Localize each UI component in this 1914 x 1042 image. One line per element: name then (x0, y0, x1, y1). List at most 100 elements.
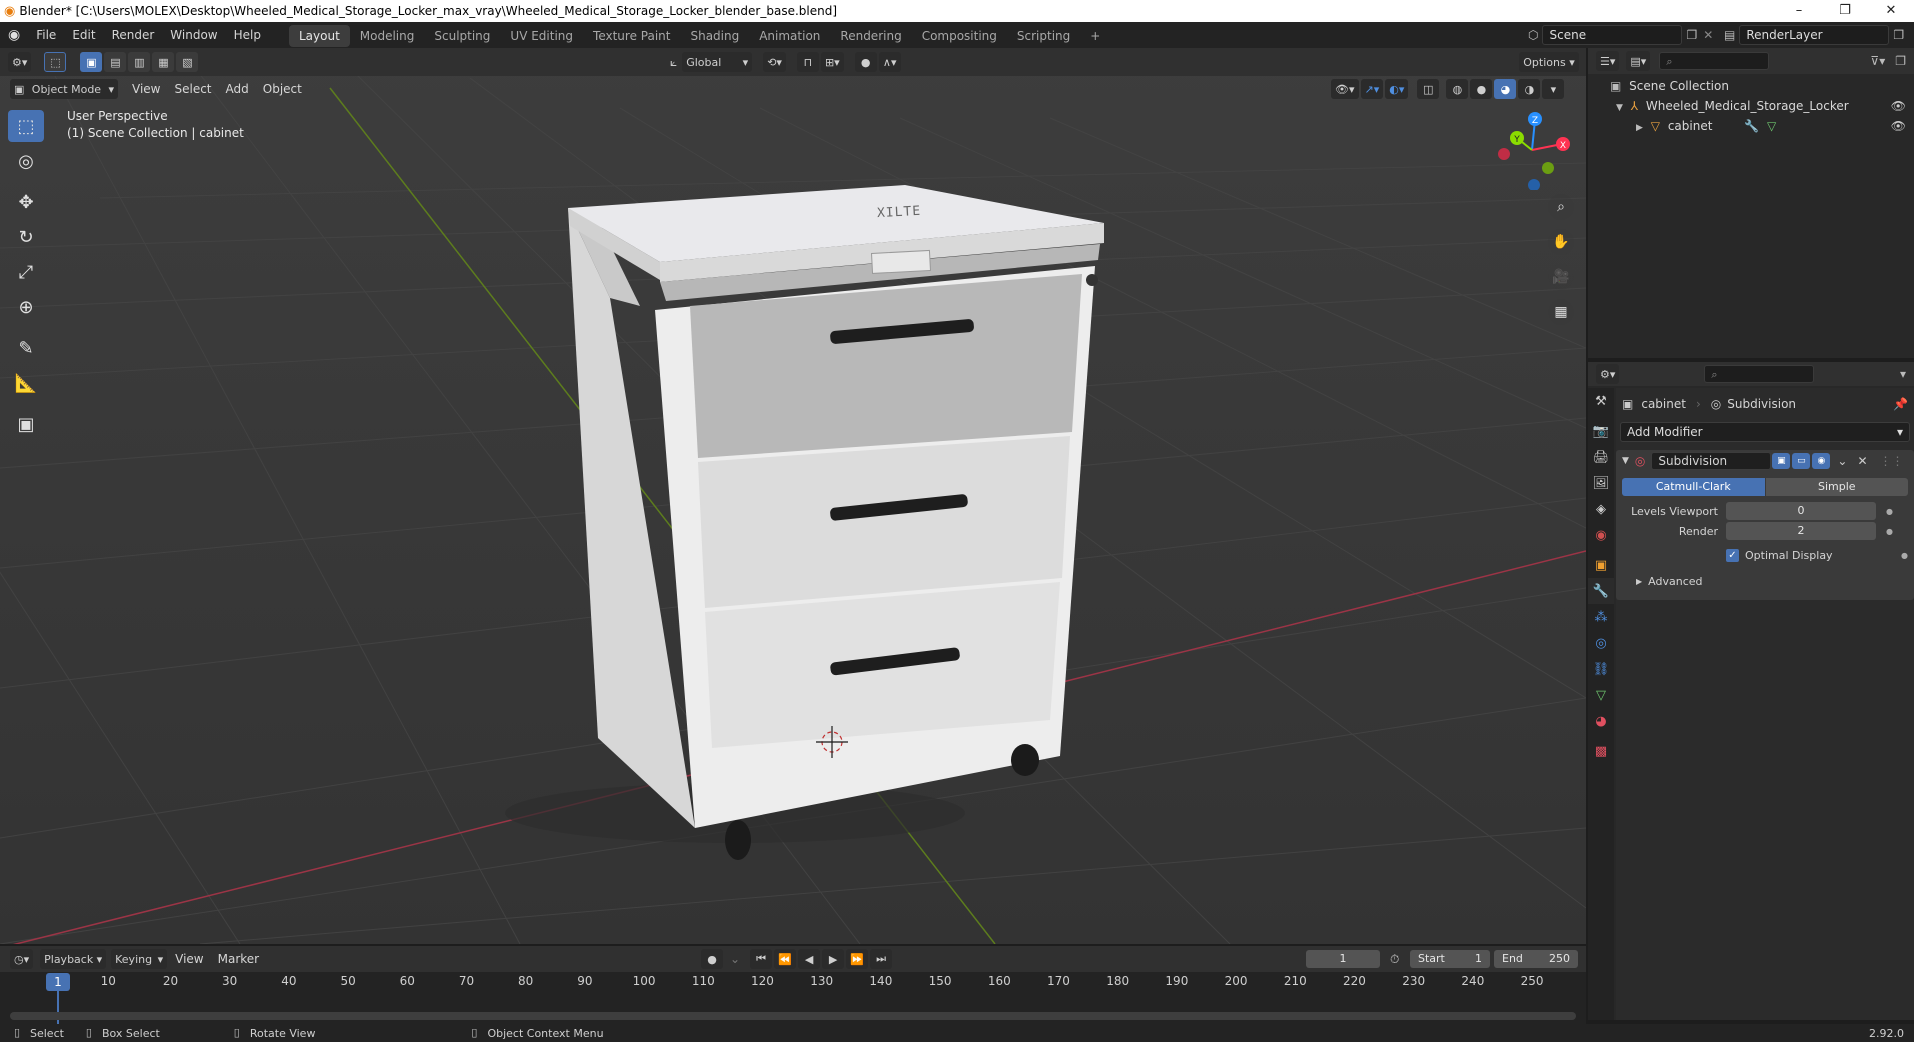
drag-handle-icon[interactable]: ⋮⋮ (1880, 454, 1904, 468)
blender-menu-icon[interactable]: ◉ (0, 27, 28, 43)
play-reverse-icon[interactable]: ◀ (798, 949, 821, 969)
physics-tab-icon[interactable]: ◎ (1588, 630, 1614, 656)
pin-icon[interactable]: 📌 (1893, 397, 1908, 411)
optimal-display-checkbox[interactable]: ✓ (1726, 548, 1739, 562)
shading-options-icon[interactable]: ▾ (1542, 79, 1565, 99)
proportional-falloff-icon[interactable]: ∧▾ (878, 52, 901, 72)
menu-file[interactable]: File (28, 22, 64, 48)
render-layer-copy-icon[interactable]: ❐ (1893, 28, 1904, 42)
expand-chevron-down-icon[interactable]: ▼ (1616, 103, 1623, 113)
timeline-view-menu[interactable]: View (168, 949, 210, 969)
properties-search-input[interactable]: ⌕ (1704, 365, 1815, 383)
menu-render[interactable]: Render (104, 22, 163, 48)
select-subtract-icon[interactable]: ▥ (128, 52, 151, 72)
minimize-button[interactable]: – (1776, 0, 1822, 22)
material-shading-icon[interactable]: ◕ (1494, 79, 1517, 99)
perspective-toggle-icon[interactable]: ▦ (1548, 299, 1574, 325)
pivot-point-icon[interactable]: ⟲▾ (763, 52, 786, 72)
keyframe-dot-icon-3[interactable]: ● (1901, 551, 1908, 560)
measure-tool-icon[interactable]: 📐 (8, 367, 44, 399)
timeline-editor-type-icon[interactable]: ◷▾ (10, 949, 34, 969)
keyframe-dot-icon-2[interactable]: ● (1886, 527, 1893, 536)
scene-tab-icon[interactable]: ◈ (1588, 496, 1614, 522)
visibility-icon[interactable]: 👁▾ (1331, 79, 1359, 99)
snap-icon[interactable]: ⊓ (796, 52, 819, 72)
expand-chevron-right-icon[interactable]: ▶ (1636, 123, 1643, 133)
workspace-tab-rendering[interactable]: Rendering (830, 25, 911, 47)
visibility-eye-icon-2[interactable]: 👁 (1891, 116, 1906, 136)
active-tool-icon[interactable]: ⬚ (44, 52, 67, 72)
outliner-scene-collection[interactable]: ▣ Scene Collection (1588, 76, 1914, 96)
material-tab-icon[interactable]: ◕ (1588, 708, 1614, 734)
solid-shading-icon[interactable]: ● (1470, 79, 1493, 99)
restore-button[interactable]: ❐ (1822, 0, 1868, 22)
edit-mode-toggle-icon[interactable]: ▣ (1772, 453, 1791, 469)
close-button[interactable]: ✕ (1868, 0, 1914, 22)
snap-target-icon[interactable]: ⊞▾ (820, 52, 844, 72)
scene-remove-icon[interactable]: ✕ (1703, 28, 1713, 42)
workspace-tab-animation[interactable]: Animation (749, 25, 830, 47)
properties-editor-type-icon[interactable]: ⚙▾ (1596, 364, 1620, 384)
render-toggle-icon[interactable]: ◉ (1812, 453, 1831, 469)
scene-copy-icon[interactable]: ❐ (1686, 28, 1697, 42)
workspace-tab-uv-editing[interactable]: UV Editing (500, 25, 583, 47)
modifier-name-field[interactable]: Subdivision (1651, 452, 1772, 470)
mode-dropdown[interactable]: ▣ Object Mode ▾ (10, 79, 118, 99)
modifier-collapse-chevron-icon[interactable]: ▼ (1622, 456, 1629, 466)
outliner-new-collection-icon[interactable]: ❐ (1895, 54, 1906, 68)
workspace-tab-texture-paint[interactable]: Texture Paint (583, 25, 680, 47)
modifier-wrench-icon[interactable]: 🔧 (1744, 119, 1759, 133)
modifier-remove-icon[interactable]: ✕ (1857, 454, 1867, 468)
render-layer-selector[interactable]: RenderLayer (1739, 25, 1890, 45)
view-layer-tab-icon[interactable]: 🖼 (1588, 470, 1614, 496)
play-icon[interactable]: ▶ (822, 949, 845, 969)
viewport-display-toggle-icon[interactable]: ▭ (1792, 453, 1811, 469)
properties-options-chevron-icon[interactable]: ▾ (1900, 367, 1906, 381)
proportional-edit-icon[interactable]: ● (854, 52, 877, 72)
jump-keyframe-back-icon[interactable]: ⏪ (774, 949, 797, 969)
tool-tab-icon[interactable]: ⚒ (1588, 388, 1614, 414)
workspace-tab-shading[interactable]: Shading (680, 25, 749, 47)
menu-edit[interactable]: Edit (64, 22, 103, 48)
add-cube-tool-icon[interactable]: ▣ (8, 408, 44, 440)
select-extend-icon[interactable]: ▤ (104, 52, 127, 72)
pan-hand-icon[interactable]: ✋ (1548, 229, 1574, 255)
xray-icon[interactable]: ◫ (1417, 79, 1440, 99)
camera-view-icon[interactable]: 🎥 (1548, 264, 1574, 290)
keying-menu[interactable]: Keying ▾ (111, 949, 168, 969)
texture-tab-icon[interactable]: ▩ (1588, 738, 1614, 764)
end-frame-field[interactable]: End 250 (1494, 950, 1578, 968)
cursor-tool-icon[interactable]: ◎ (8, 145, 44, 177)
start-frame-field[interactable]: Start 1 (1410, 950, 1490, 968)
workspace-tab-compositing[interactable]: Compositing (912, 25, 1007, 47)
outliner-search-input[interactable]: ⌕ (1659, 52, 1770, 70)
keyframe-dot-icon[interactable]: ● (1886, 507, 1893, 516)
data-tab-icon[interactable]: ▽ (1588, 682, 1614, 708)
current-frame-field[interactable]: 1 (1306, 950, 1380, 968)
transform-tool-icon[interactable]: ⊕ (8, 291, 44, 323)
modifier-dropdown-chevron-icon[interactable]: ⌄ (1837, 454, 1847, 468)
timeline-ruler[interactable]: 10 20 30 40 50 60 70 80 90 100 110 120 130 140 150 160 1… (0, 972, 1586, 1024)
visibility-eye-icon[interactable]: 👁 (1891, 96, 1906, 116)
workspace-tab-layout[interactable]: Layout (288, 24, 350, 47)
world-tab-icon[interactable]: ◉ (1588, 522, 1614, 548)
select-difference-icon[interactable]: ▦ (152, 52, 175, 72)
scale-tool-icon[interactable]: ⤢ (8, 256, 44, 288)
marker-menu[interactable]: Marker (211, 949, 266, 969)
rotate-tool-icon[interactable]: ↻ (8, 221, 44, 253)
menu-window[interactable]: Window (162, 22, 225, 48)
gizmo-toggle-icon[interactable]: ↗▾ (1360, 79, 1384, 99)
overlay-toggle-icon[interactable]: ◐▾ (1385, 79, 1409, 99)
navigation-gizmo[interactable]: Z X Y (1490, 110, 1570, 190)
move-tool-icon[interactable]: ✥ (8, 186, 44, 218)
rendered-shading-icon[interactable]: ◑ (1518, 79, 1541, 99)
playhead-frame-indicator[interactable]: 1 (46, 973, 70, 991)
outliner-filter-icon[interactable]: ⊽▾ (1870, 54, 1885, 68)
auto-keying-icon[interactable]: ● (701, 949, 723, 969)
modifier-tab-icon[interactable]: 🔧 (1588, 578, 1614, 604)
select-menu[interactable]: Select (167, 79, 218, 99)
output-tab-icon[interactable]: 🖨 (1588, 444, 1614, 470)
catmull-clark-button[interactable]: Catmull-Clark (1622, 478, 1765, 496)
object-tab-icon[interactable]: ▣ (1588, 552, 1614, 578)
jump-keyframe-forward-icon[interactable]: ⏩ (846, 949, 869, 969)
